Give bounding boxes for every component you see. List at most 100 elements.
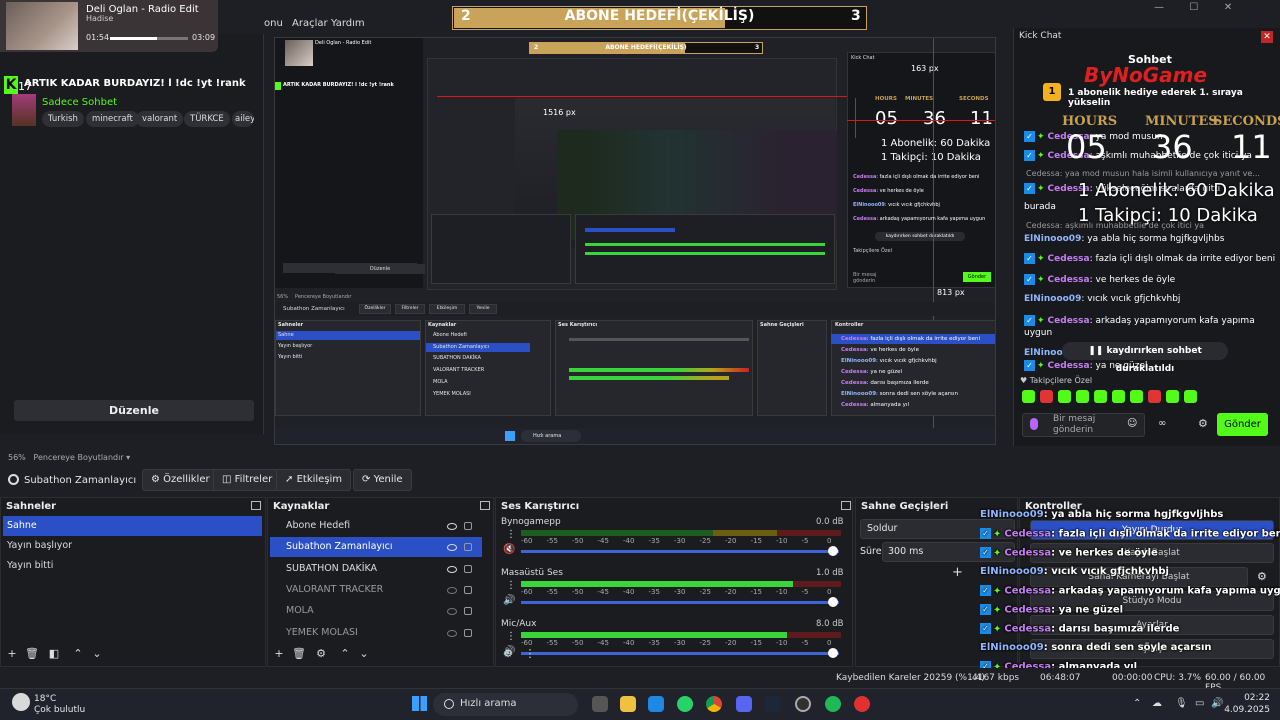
hidden-eye-icon[interactable] xyxy=(447,630,457,637)
chevron-down-icon[interactable]: ⌄ xyxy=(91,648,103,660)
microphone-tray-icon[interactable]: 🎙 xyxy=(1175,698,1188,709)
mixer-settings-icon[interactable]: ⚙ xyxy=(502,648,514,660)
category-name[interactable]: Sadece Sohbet xyxy=(42,97,117,108)
emote-icon[interactable] xyxy=(1058,390,1071,403)
add-transition-icon[interactable]: + xyxy=(952,565,963,580)
lock-icon[interactable] xyxy=(464,543,472,551)
chat-username[interactable]: ElNinooo09 xyxy=(1024,234,1081,244)
emote-icon[interactable] xyxy=(1022,390,1035,403)
emote-icon[interactable] xyxy=(1130,390,1143,403)
trash-icon[interactable]: 🗑 xyxy=(25,648,39,660)
lock-icon[interactable] xyxy=(464,586,472,594)
spotify-icon[interactable] xyxy=(825,696,841,712)
emote-icon[interactable] xyxy=(1040,390,1053,403)
lock-icon[interactable] xyxy=(464,607,472,615)
scene-item[interactable]: Yayın bitti xyxy=(3,556,262,576)
obs-icon[interactable] xyxy=(795,696,811,712)
trash-icon[interactable]: 🗑 xyxy=(292,648,306,660)
menu-view[interactable]: onu xyxy=(264,18,283,29)
lock-icon[interactable] xyxy=(464,629,472,637)
task-view-icon[interactable] xyxy=(592,696,608,712)
undock-icon[interactable] xyxy=(841,501,851,510)
tag[interactable]: ailey xyxy=(232,111,254,127)
gear-icon[interactable]: ⚙ xyxy=(1198,417,1208,430)
send-button[interactable]: Gönder xyxy=(1217,413,1268,436)
volume-slider[interactable] xyxy=(521,550,839,553)
more-options-icon[interactable]: ⋮ xyxy=(506,631,516,642)
steam-icon[interactable] xyxy=(765,696,781,712)
volume-slider[interactable] xyxy=(521,652,839,655)
zoom-label[interactable]: 56% Pencereye Boyutlandır ▾ xyxy=(8,453,130,462)
outlook-icon[interactable] xyxy=(648,696,664,712)
chat-username[interactable]: Cedessa xyxy=(1048,254,1090,264)
add-source-icon[interactable]: + xyxy=(273,648,285,660)
emote-icon[interactable] xyxy=(1076,390,1089,403)
emote-icon[interactable] xyxy=(1148,390,1161,403)
weather-icon[interactable] xyxy=(12,693,30,711)
menu-tools[interactable]: Araçlar xyxy=(292,18,328,29)
add-scene-icon[interactable]: + xyxy=(6,648,18,660)
emote-icon[interactable] xyxy=(1094,390,1107,403)
network-icon[interactable]: ▭ xyxy=(1195,698,1204,709)
scene-item[interactable]: Yayın başlıyor xyxy=(3,536,262,556)
lock-icon[interactable] xyxy=(464,565,472,573)
speaker-icon[interactable]: 🔇 xyxy=(503,544,515,555)
more-options-icon[interactable]: ⋮ xyxy=(506,580,516,591)
preview-canvas[interactable]: Deli Oglan - Radio Edit ARTIK KADAR BURD… xyxy=(274,37,996,445)
menu-help[interactable]: Yardım xyxy=(331,18,365,29)
more-options-icon[interactable]: ⋮ xyxy=(524,648,536,660)
windows-start-icon[interactable] xyxy=(412,696,427,711)
chrome-icon[interactable] xyxy=(706,696,722,712)
emoji-icon[interactable]: ☺ xyxy=(1127,418,1137,429)
lock-icon[interactable] xyxy=(464,522,472,530)
scene-filter-icon[interactable]: ◧ xyxy=(48,648,60,660)
window-controls[interactable]: — ☐ ✕ xyxy=(1154,2,1232,13)
scene-item[interactable]: Sahne xyxy=(3,516,262,536)
gear-icon[interactable]: ⚙ xyxy=(1257,570,1267,583)
tag[interactable]: TÜRKCE xyxy=(184,111,230,127)
tag[interactable]: minecraft xyxy=(86,111,139,127)
chat-username[interactable]: Cedessa xyxy=(1048,275,1090,285)
infinity-icon[interactable]: ∞ xyxy=(1158,418,1166,429)
chevron-down-icon[interactable]: ⌄ xyxy=(358,648,370,660)
file-explorer-icon[interactable] xyxy=(620,696,636,712)
emote-icon[interactable] xyxy=(1166,390,1179,403)
volume-slider[interactable] xyxy=(521,601,839,604)
microphone-icon[interactable] xyxy=(1030,418,1038,430)
emote-icon[interactable] xyxy=(1184,390,1197,403)
emote-icon[interactable] xyxy=(1112,390,1125,403)
visibility-eye-icon[interactable] xyxy=(447,544,457,551)
chat-username[interactable]: ElNinoo xyxy=(1024,348,1063,358)
undock-icon[interactable] xyxy=(480,501,490,510)
refresh-button[interactable]: ⟳ Yenile xyxy=(353,469,412,491)
chat-username[interactable]: Cedessa xyxy=(1048,361,1090,371)
chevron-up-icon[interactable]: ⌃ xyxy=(1133,698,1141,709)
chevron-up-icon[interactable]: ⌃ xyxy=(72,648,84,660)
close-icon[interactable]: ✕ xyxy=(1261,31,1273,43)
visibility-eye-icon[interactable] xyxy=(447,523,457,530)
speaker-icon[interactable]: 🔊 xyxy=(503,595,515,606)
chat-paused-pill[interactable]: ❚❚ kaydırırken sohbet duraklatıldı xyxy=(1062,342,1228,374)
volume-slider-knob[interactable] xyxy=(828,597,838,607)
tag[interactable]: valorant xyxy=(136,111,184,127)
app-icon[interactable] xyxy=(854,696,870,712)
properties-button[interactable]: ⚙ Özellikler xyxy=(142,469,219,491)
discord-icon[interactable] xyxy=(736,696,752,712)
cloud-icon[interactable]: ☁ xyxy=(1152,698,1162,709)
whatsapp-icon[interactable] xyxy=(677,696,693,712)
gear-icon[interactable]: ⚙ xyxy=(315,648,327,660)
hidden-eye-icon[interactable] xyxy=(447,587,457,594)
tag[interactable]: Turkish xyxy=(42,111,84,127)
volume-slider-knob[interactable] xyxy=(828,546,838,556)
filters-button[interactable]: ◫ Filtreler xyxy=(213,469,282,491)
chat-username[interactable]: Cedessa xyxy=(1048,316,1090,326)
interact-button[interactable]: ➚ Etkileşim xyxy=(276,469,352,491)
undock-icon[interactable] xyxy=(251,501,261,510)
edit-button[interactable]: Düzenle xyxy=(14,400,254,421)
volume-slider-knob[interactable] xyxy=(828,648,838,658)
chat-username[interactable]: ElNinooo09 xyxy=(1024,294,1081,304)
hidden-eye-icon[interactable] xyxy=(447,608,457,615)
chevron-up-icon[interactable]: ⌃ xyxy=(339,648,351,660)
visibility-eye-icon[interactable] xyxy=(447,566,457,573)
more-options-icon[interactable]: ⋮ xyxy=(506,529,516,540)
